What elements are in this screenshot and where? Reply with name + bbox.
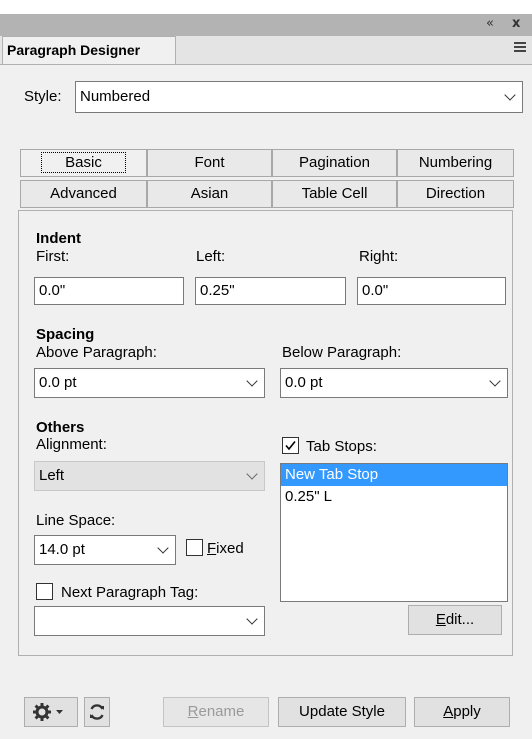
tab-stop-item-new[interactable]: New Tab Stop xyxy=(281,464,507,486)
indent-heading: Indent xyxy=(36,230,81,247)
next-paragraph-tag-checkbox[interactable] xyxy=(36,583,53,600)
tab-asian[interactable]: Asian xyxy=(147,180,272,208)
below-paragraph-select[interactable]: 0.0 pt xyxy=(280,368,508,398)
close-icon[interactable]: x xyxy=(512,16,520,31)
chevron-down-icon xyxy=(246,468,258,480)
tab-table-cell[interactable]: Table Cell xyxy=(272,180,397,208)
style-select-value: Numbered xyxy=(80,88,151,105)
chevron-down-icon xyxy=(489,375,501,387)
left-indent-input[interactable]: 0.25" xyxy=(195,277,346,305)
edit-button[interactable]: Edit... xyxy=(408,605,502,635)
tab-stops-checkbox[interactable] xyxy=(282,437,299,454)
window-top-edge xyxy=(0,0,532,14)
tab-basic[interactable]: Basic xyxy=(20,149,147,177)
chevron-down-icon xyxy=(157,542,169,554)
collapse-icon[interactable]: « xyxy=(486,16,494,31)
left-label: Left: xyxy=(196,248,226,265)
tab-stops-list[interactable]: New Tab Stop 0.25" L xyxy=(280,463,508,602)
gear-icon xyxy=(33,703,63,721)
line-space-label: Line Space: xyxy=(36,512,116,529)
first-indent-input[interactable]: 0.0" xyxy=(34,277,184,305)
above-paragraph-label: Above Paragraph: xyxy=(36,344,157,361)
next-paragraph-tag-label: Next Paragraph Tag: xyxy=(61,584,199,601)
panel-title-bar[interactable]: « x xyxy=(0,14,532,36)
tab-advanced[interactable]: Advanced xyxy=(20,180,147,208)
first-label: First: xyxy=(36,248,70,265)
alignment-value: Left xyxy=(39,467,65,484)
spacing-heading: Spacing xyxy=(36,326,95,343)
checkmark-icon xyxy=(285,441,296,451)
settings-menu-button[interactable] xyxy=(24,697,78,727)
right-label: Right: xyxy=(359,248,399,265)
below-paragraph-value: 0.0 pt xyxy=(285,374,323,391)
update-style-button[interactable]: Update Style xyxy=(278,697,406,727)
fixed-checkbox[interactable] xyxy=(186,539,203,556)
chevron-down-icon xyxy=(504,89,516,101)
tab-direction[interactable]: Direction xyxy=(397,180,514,208)
tab-stop-item[interactable]: 0.25" L xyxy=(281,486,507,508)
apply-button[interactable]: Apply xyxy=(414,697,510,727)
style-select[interactable]: Numbered xyxy=(75,81,523,113)
chevron-down-icon xyxy=(246,613,258,625)
above-paragraph-select[interactable]: 0.0 pt xyxy=(34,368,265,398)
alignment-select[interactable]: Left xyxy=(34,461,265,491)
below-paragraph-label: Below Paragraph: xyxy=(282,344,402,361)
tab-font[interactable]: Font xyxy=(147,149,272,177)
others-heading: Others xyxy=(36,419,85,436)
right-indent-input[interactable]: 0.0" xyxy=(357,277,506,305)
fixed-label: Fixed xyxy=(207,540,244,557)
above-paragraph-value: 0.0 pt xyxy=(39,374,77,391)
refresh-icon xyxy=(90,704,104,720)
next-paragraph-tag-select[interactable] xyxy=(34,606,265,636)
alignment-label: Alignment: xyxy=(36,436,107,453)
chevron-down-icon xyxy=(246,375,258,387)
line-space-value: 14.0 pt xyxy=(39,541,85,558)
tab-stops-label: Tab Stops: xyxy=(306,438,377,455)
style-label: Style: xyxy=(24,88,62,105)
rename-button[interactable]: Rename xyxy=(163,697,269,727)
tab-pagination[interactable]: Pagination xyxy=(272,149,397,177)
line-space-select[interactable]: 14.0 pt xyxy=(34,535,176,565)
tab-numbering[interactable]: Numbering xyxy=(397,149,514,177)
panel-tab-paragraph-designer[interactable]: Paragraph Designer xyxy=(2,36,176,64)
refresh-button[interactable] xyxy=(84,697,110,727)
panel-menu-icon[interactable] xyxy=(514,42,526,54)
